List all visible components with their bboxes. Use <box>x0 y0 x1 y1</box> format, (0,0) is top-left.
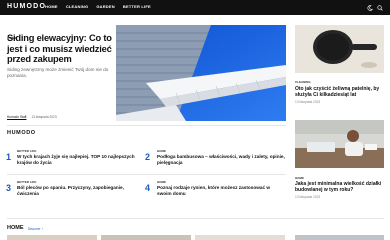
side-card-1-image[interactable] <box>295 25 384 73</box>
search-icon[interactable] <box>376 4 383 11</box>
side-card-2-title[interactable]: Jaka jest minimalna wielkość działki bud… <box>295 181 385 193</box>
list-item-2-title[interactable]: Podłoga bambusowa – właściwości, wady i … <box>157 154 285 166</box>
side-card-1-title[interactable]: Oto jak czyścić żeliwną patelnię, by słu… <box>295 86 385 98</box>
side-card-1-tag[interactable]: CLEANING <box>295 80 311 84</box>
hero-image[interactable] <box>116 25 286 121</box>
hero-author[interactable]: Humodo Staff <box>7 115 26 119</box>
hero-date: 13 listopada 2023 <box>31 115 57 119</box>
discover-link[interactable]: Discover <box>28 227 40 231</box>
list-item-4-title[interactable]: Poznaj rodzaje rynien, które możesz zast… <box>157 185 285 197</box>
nav-item-better-life[interactable]: BETTER LIFE <box>123 4 151 9</box>
moon-icon[interactable] <box>366 4 373 11</box>
hero-title[interactable]: Siding elewacyjny: Co to jest i co musis… <box>7 33 117 65</box>
nav-item-home[interactable]: HOME <box>45 4 58 9</box>
hero-excerpt: Siding zewnętrzny może zmienić Twój dom … <box>7 67 109 79</box>
side-card-2-image[interactable] <box>295 120 384 168</box>
featured-section-title: HUMODO <box>7 130 36 136</box>
arrow-right-icon[interactable]: › <box>42 227 43 231</box>
home-section-title: HOME <box>7 225 24 231</box>
list-item-1-title[interactable]: W tych krajach żyje się najlepiej. TOP 1… <box>17 154 141 166</box>
list-number-4: 4 <box>145 183 151 193</box>
list-item-3-title[interactable]: Ból pleców po spaniu. Przyczyny, zapobie… <box>17 185 141 197</box>
list-item-4-tag[interactable]: HOME <box>157 180 166 184</box>
nav-item-cleaning[interactable]: CLEANING <box>66 4 89 9</box>
list-number-3: 3 <box>6 183 12 193</box>
home-divider <box>7 218 384 219</box>
home-card-3-image[interactable] <box>195 235 285 240</box>
site-logo[interactable]: HUMODO <box>7 3 46 10</box>
main-nav: HOME CLEANING GARDEN BETTER LIFE <box>45 4 151 9</box>
list-number-1: 1 <box>6 152 12 162</box>
side-card-2-date: 13 listopada 2023 <box>295 195 321 199</box>
side-card-2-tag[interactable]: HOME <box>295 176 304 180</box>
hero-meta: Humodo Staff 13 listopada 2023 <box>7 115 57 119</box>
home-card-4-image[interactable] <box>295 235 384 240</box>
side-card-1-date: 13 listopada 2023 <box>295 100 321 104</box>
list-divider <box>7 174 286 175</box>
home-card-1-image[interactable] <box>7 235 97 240</box>
top-navigation-bar: HUMODO HOME CLEANING GARDEN BETTER LIFE <box>0 0 390 15</box>
section-divider <box>7 125 286 126</box>
list-item-1-tag[interactable]: BETTER LIFE <box>17 149 36 153</box>
nav-item-garden[interactable]: GARDEN <box>96 4 115 9</box>
list-item-3-tag[interactable]: BETTER LIFE <box>17 180 36 184</box>
list-item-2-tag[interactable]: HOME <box>157 149 166 153</box>
home-card-2-image[interactable] <box>101 235 191 240</box>
list-number-2: 2 <box>145 152 151 162</box>
